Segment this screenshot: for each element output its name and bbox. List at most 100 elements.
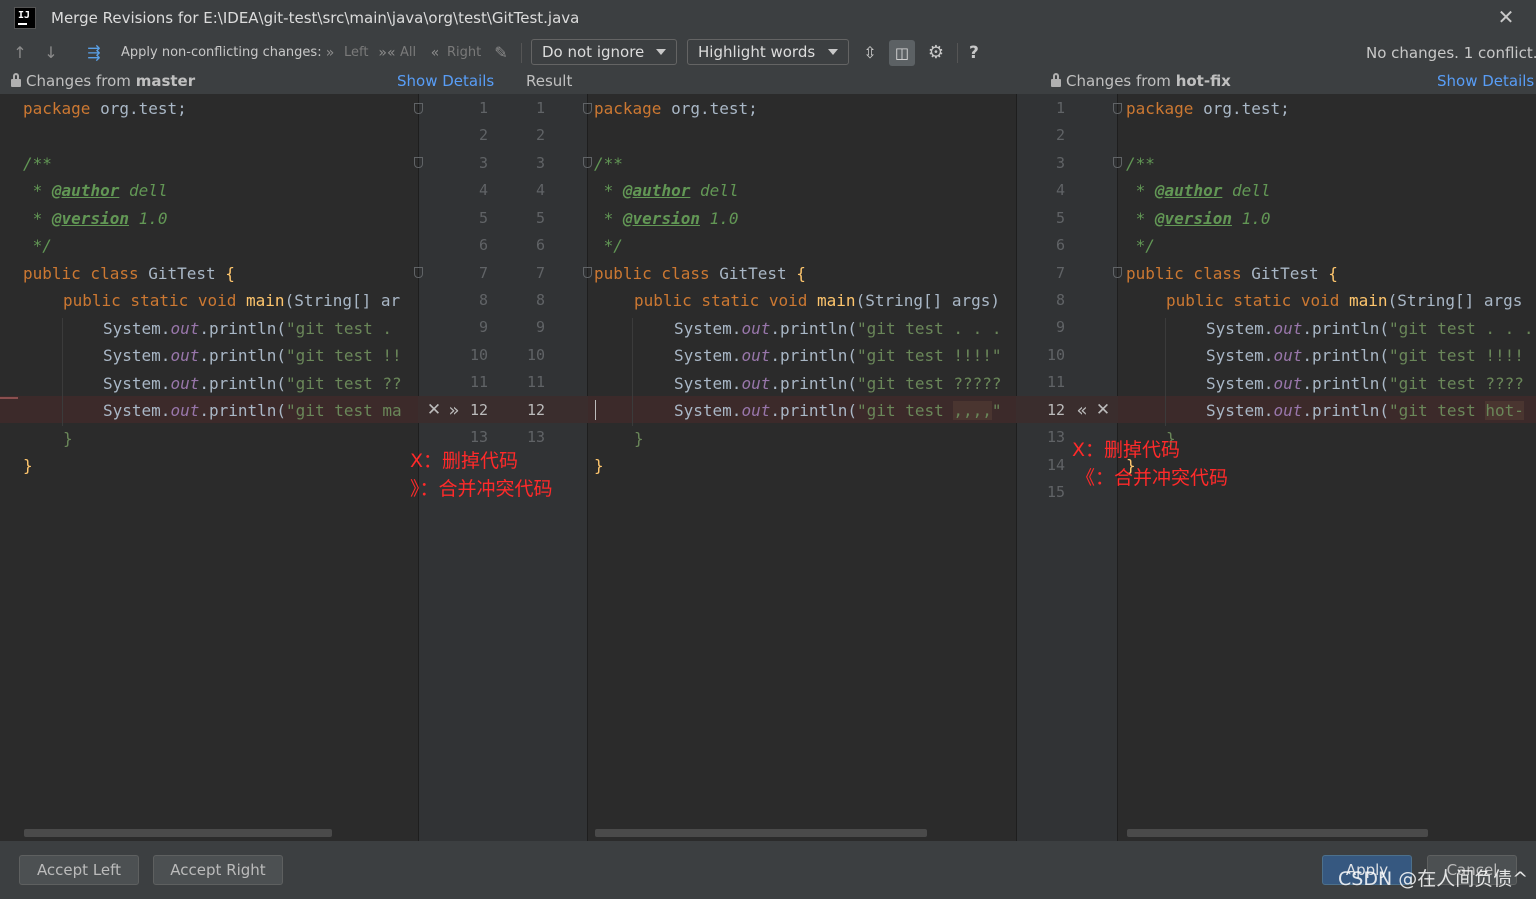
method-call: .println( bbox=[1302, 319, 1390, 338]
fold-icon[interactable] bbox=[583, 103, 592, 114]
code-line: * @author dell bbox=[594, 177, 1014, 205]
code-line: System.out.println("git test . . . bbox=[1206, 315, 1534, 343]
apply-all-button[interactable]: All bbox=[400, 38, 416, 68]
line-number: 11 bbox=[1046, 373, 1065, 392]
line-number: 5 bbox=[1055, 208, 1065, 227]
string-literal: "git test . . . bbox=[1389, 319, 1534, 338]
class-name: GitTest bbox=[709, 264, 797, 283]
toolbar-separator bbox=[521, 43, 522, 63]
apply-left-icon[interactable]: » bbox=[321, 38, 339, 68]
string-literal: "git test ma bbox=[286, 401, 402, 420]
string-literal: "git test . . . ' bbox=[857, 319, 1014, 338]
code-line: public static void main(String[] ar bbox=[63, 287, 413, 315]
method-call: .println( bbox=[1302, 401, 1390, 420]
line-number: 3 bbox=[535, 153, 545, 172]
accept-right-button[interactable]: Accept Right bbox=[153, 855, 283, 885]
toolbar-separator bbox=[957, 43, 958, 63]
magic-wand-icon[interactable]: ✎ bbox=[491, 38, 511, 68]
package-name: org.test; bbox=[661, 99, 758, 118]
class-ref: System. bbox=[674, 401, 742, 420]
watermark: CSDN @在人间负债^ bbox=[1338, 868, 1529, 890]
code-line: /** bbox=[23, 150, 415, 178]
close-icon[interactable]: ✕ bbox=[1492, 3, 1520, 31]
apply-right-icon[interactable]: « bbox=[426, 38, 444, 68]
apply-right-button[interactable]: Right bbox=[447, 38, 481, 68]
field: out bbox=[741, 374, 771, 393]
fold-icon[interactable] bbox=[414, 103, 423, 114]
result-horizontal-scrollbar[interactable] bbox=[595, 829, 927, 837]
changed-text: ,,,, bbox=[953, 401, 992, 420]
magic-resolve-icon[interactable]: ⇶ bbox=[82, 38, 106, 68]
fold-icon[interactable] bbox=[583, 157, 592, 168]
collapse-unchanged-icon[interactable]: ⇳ bbox=[859, 38, 881, 68]
code-line: package org.test; bbox=[1126, 95, 1534, 123]
field: out bbox=[1273, 401, 1303, 420]
comment: */ bbox=[23, 236, 52, 255]
discard-right-change-icon[interactable]: ✕ bbox=[1094, 397, 1112, 424]
fold-icon[interactable] bbox=[1113, 157, 1122, 168]
comment: 1.0 bbox=[699, 209, 739, 228]
class-ref: System. bbox=[1206, 319, 1274, 338]
comment: /** bbox=[594, 154, 623, 173]
string-literal: "git test !!!!" bbox=[857, 346, 1002, 365]
brace: } bbox=[594, 456, 604, 475]
keyword: package bbox=[23, 99, 91, 118]
line-number: 7 bbox=[1055, 263, 1065, 282]
apply-all-icon[interactable]: »« bbox=[377, 38, 397, 68]
right-show-details-link[interactable]: Show Details bbox=[1437, 68, 1534, 94]
field: out bbox=[170, 401, 200, 420]
doc-tag: @author bbox=[51, 181, 120, 200]
code-line: System.out.println("git test ,,,," bbox=[674, 397, 1014, 425]
lock-icon bbox=[11, 73, 21, 87]
field: out bbox=[1273, 374, 1303, 393]
previous-difference-icon[interactable]: ↑ bbox=[11, 38, 29, 68]
left-horizontal-scrollbar[interactable] bbox=[24, 829, 332, 837]
code-line: public class GitTest { bbox=[1126, 260, 1534, 288]
code-line: System.out.println("git test !! bbox=[103, 342, 413, 370]
keyword: public static void bbox=[63, 291, 237, 310]
field: out bbox=[170, 319, 200, 338]
ignore-whitespace-dropdown[interactable]: Do not ignore bbox=[531, 39, 677, 65]
apply-left-button[interactable]: Left bbox=[344, 38, 368, 68]
line-number: 2 bbox=[478, 126, 488, 145]
fold-icon[interactable] bbox=[1113, 267, 1122, 278]
next-difference-icon[interactable]: ↓ bbox=[42, 38, 60, 68]
line-number: 15 bbox=[1046, 483, 1065, 502]
method-name: main bbox=[246, 291, 285, 310]
sync-scroll-toggle[interactable]: ◫ bbox=[889, 40, 915, 66]
brace: } bbox=[23, 456, 33, 475]
help-button[interactable]: ? bbox=[969, 38, 983, 68]
fold-icon[interactable] bbox=[1113, 103, 1122, 114]
fold-icon[interactable] bbox=[414, 267, 423, 278]
line-number: 4 bbox=[1055, 181, 1065, 200]
line-number: 12 bbox=[526, 400, 545, 419]
code-line: public class GitTest { bbox=[594, 260, 1014, 288]
line-number: 5 bbox=[478, 208, 488, 227]
class-ref: System. bbox=[674, 319, 742, 338]
method-call: .println( bbox=[1302, 374, 1390, 393]
code-line: System.out.println("git test . . . ' bbox=[674, 315, 1014, 343]
class-ref: System. bbox=[1206, 346, 1274, 365]
right-branch-name: hot-fix bbox=[1175, 72, 1231, 90]
code-line: * @version 1.0 bbox=[23, 205, 415, 233]
right-horizontal-scrollbar[interactable] bbox=[1127, 829, 1428, 837]
line-number: 7 bbox=[478, 263, 488, 282]
left-show-details-link[interactable]: Show Details bbox=[397, 68, 494, 94]
highlight-mode-dropdown[interactable]: Highlight words bbox=[687, 39, 849, 65]
gear-icon[interactable]: ⚙ bbox=[924, 38, 948, 68]
annotation-merge-right: 《：合并冲突代码 bbox=[1076, 467, 1229, 489]
fold-icon[interactable] bbox=[583, 267, 592, 278]
method-call: .println( bbox=[199, 346, 287, 365]
string-literal: "git test !!!! bbox=[1389, 346, 1524, 365]
method-name: main bbox=[1349, 291, 1388, 310]
accept-left-change-icon[interactable]: » bbox=[444, 397, 464, 424]
string-literal: "git test ???? bbox=[1389, 374, 1524, 393]
discard-left-change-icon[interactable]: ✕ bbox=[425, 397, 443, 424]
package-name: org.test; bbox=[1193, 99, 1290, 118]
code-line: * @version 1.0 bbox=[1126, 205, 1534, 233]
line-number: 7 bbox=[535, 263, 545, 282]
accept-right-change-icon[interactable]: « bbox=[1072, 397, 1092, 424]
method-call: .println( bbox=[770, 319, 858, 338]
fold-icon[interactable] bbox=[414, 157, 423, 168]
accept-left-button[interactable]: Accept Left bbox=[19, 855, 139, 885]
